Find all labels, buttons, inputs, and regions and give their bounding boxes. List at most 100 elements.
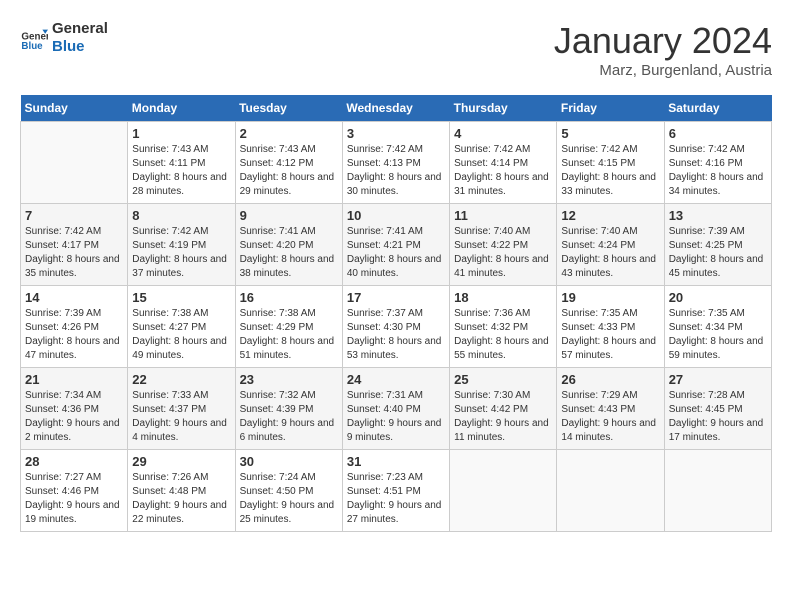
day-number: 6: [669, 126, 767, 141]
day-number: 23: [240, 372, 338, 387]
day-number: 19: [561, 290, 659, 305]
calendar-cell: 15 Sunrise: 7:38 AMSunset: 4:27 PMDaylig…: [128, 286, 235, 368]
day-info: Sunrise: 7:40 AMSunset: 4:22 PMDaylight:…: [454, 225, 552, 281]
calendar-cell: 26 Sunrise: 7:29 AMSunset: 4:43 PMDaylig…: [557, 368, 664, 450]
day-header-friday: Friday: [557, 95, 664, 122]
day-info: Sunrise: 7:29 AMSunset: 4:43 PMDaylight:…: [561, 389, 659, 445]
day-number: 17: [347, 290, 445, 305]
day-info: Sunrise: 7:28 AMSunset: 4:45 PMDaylight:…: [669, 389, 767, 445]
calendar-cell: 9 Sunrise: 7:41 AMSunset: 4:20 PMDayligh…: [235, 204, 342, 286]
calendar-cell: 2 Sunrise: 7:43 AMSunset: 4:12 PMDayligh…: [235, 122, 342, 204]
calendar-cell: 28 Sunrise: 7:27 AMSunset: 4:46 PMDaylig…: [21, 450, 128, 532]
calendar-cell: 27 Sunrise: 7:28 AMSunset: 4:45 PMDaylig…: [664, 368, 771, 450]
day-info: Sunrise: 7:42 AMSunset: 4:17 PMDaylight:…: [25, 225, 123, 281]
day-info: Sunrise: 7:38 AMSunset: 4:29 PMDaylight:…: [240, 307, 338, 363]
day-info: Sunrise: 7:35 AMSunset: 4:34 PMDaylight:…: [669, 307, 767, 363]
day-info: Sunrise: 7:41 AMSunset: 4:20 PMDaylight:…: [240, 225, 338, 281]
day-number: 13: [669, 208, 767, 223]
calendar-cell: 18 Sunrise: 7:36 AMSunset: 4:32 PMDaylig…: [450, 286, 557, 368]
calendar-cell: 8 Sunrise: 7:42 AMSunset: 4:19 PMDayligh…: [128, 204, 235, 286]
day-number: 18: [454, 290, 552, 305]
day-number: 5: [561, 126, 659, 141]
day-number: 27: [669, 372, 767, 387]
day-info: Sunrise: 7:42 AMSunset: 4:15 PMDaylight:…: [561, 143, 659, 199]
calendar-week-row: 14 Sunrise: 7:39 AMSunset: 4:26 PMDaylig…: [21, 286, 772, 368]
day-number: 7: [25, 208, 123, 223]
day-info: Sunrise: 7:33 AMSunset: 4:37 PMDaylight:…: [132, 389, 230, 445]
day-info: Sunrise: 7:36 AMSunset: 4:32 PMDaylight:…: [454, 307, 552, 363]
day-info: Sunrise: 7:27 AMSunset: 4:46 PMDaylight:…: [25, 471, 123, 527]
day-number: 30: [240, 454, 338, 469]
calendar-cell: 11 Sunrise: 7:40 AMSunset: 4:22 PMDaylig…: [450, 204, 557, 286]
day-number: 4: [454, 126, 552, 141]
calendar-cell: 13 Sunrise: 7:39 AMSunset: 4:25 PMDaylig…: [664, 204, 771, 286]
day-number: 26: [561, 372, 659, 387]
calendar-cell: 23 Sunrise: 7:32 AMSunset: 4:39 PMDaylig…: [235, 368, 342, 450]
day-header-thursday: Thursday: [450, 95, 557, 122]
calendar-cell: 19 Sunrise: 7:35 AMSunset: 4:33 PMDaylig…: [557, 286, 664, 368]
day-info: Sunrise: 7:39 AMSunset: 4:25 PMDaylight:…: [669, 225, 767, 281]
day-info: Sunrise: 7:42 AMSunset: 4:13 PMDaylight:…: [347, 143, 445, 199]
day-number: 28: [25, 454, 123, 469]
day-number: 2: [240, 126, 338, 141]
calendar-cell: 7 Sunrise: 7:42 AMSunset: 4:17 PMDayligh…: [21, 204, 128, 286]
day-header-wednesday: Wednesday: [342, 95, 449, 122]
day-info: Sunrise: 7:42 AMSunset: 4:19 PMDaylight:…: [132, 225, 230, 281]
calendar-cell: 29 Sunrise: 7:26 AMSunset: 4:48 PMDaylig…: [128, 450, 235, 532]
day-header-saturday: Saturday: [664, 95, 771, 122]
day-info: Sunrise: 7:40 AMSunset: 4:24 PMDaylight:…: [561, 225, 659, 281]
calendar-cell: [664, 450, 771, 532]
day-info: Sunrise: 7:37 AMSunset: 4:30 PMDaylight:…: [347, 307, 445, 363]
logo-icon: General Blue: [20, 24, 48, 52]
calendar-cell: 22 Sunrise: 7:33 AMSunset: 4:37 PMDaylig…: [128, 368, 235, 450]
calendar-cell: 16 Sunrise: 7:38 AMSunset: 4:29 PMDaylig…: [235, 286, 342, 368]
day-number: 31: [347, 454, 445, 469]
svg-text:Blue: Blue: [21, 41, 43, 52]
calendar-cell: 3 Sunrise: 7:42 AMSunset: 4:13 PMDayligh…: [342, 122, 449, 204]
day-info: Sunrise: 7:35 AMSunset: 4:33 PMDaylight:…: [561, 307, 659, 363]
calendar-cell: 12 Sunrise: 7:40 AMSunset: 4:24 PMDaylig…: [557, 204, 664, 286]
calendar-cell: [557, 450, 664, 532]
day-number: 10: [347, 208, 445, 223]
day-number: 8: [132, 208, 230, 223]
location-subtitle: Marz, Burgenland, Austria: [554, 62, 772, 79]
day-number: 24: [347, 372, 445, 387]
calendar-cell: 25 Sunrise: 7:30 AMSunset: 4:42 PMDaylig…: [450, 368, 557, 450]
day-number: 20: [669, 290, 767, 305]
day-number: 21: [25, 372, 123, 387]
day-number: 14: [25, 290, 123, 305]
day-number: 29: [132, 454, 230, 469]
calendar-week-row: 7 Sunrise: 7:42 AMSunset: 4:17 PMDayligh…: [21, 204, 772, 286]
logo-blue-text: Blue: [52, 38, 108, 56]
day-info: Sunrise: 7:43 AMSunset: 4:11 PMDaylight:…: [132, 143, 230, 199]
day-number: 3: [347, 126, 445, 141]
calendar-cell: [21, 122, 128, 204]
day-info: Sunrise: 7:32 AMSunset: 4:39 PMDaylight:…: [240, 389, 338, 445]
day-number: 15: [132, 290, 230, 305]
day-number: 16: [240, 290, 338, 305]
logo: General Blue General Blue: [20, 20, 108, 56]
calendar-cell: 31 Sunrise: 7:23 AMSunset: 4:51 PMDaylig…: [342, 450, 449, 532]
day-number: 11: [454, 208, 552, 223]
calendar-cell: 14 Sunrise: 7:39 AMSunset: 4:26 PMDaylig…: [21, 286, 128, 368]
title-block: January 2024 Marz, Burgenland, Austria: [554, 20, 772, 79]
calendar-cell: 6 Sunrise: 7:42 AMSunset: 4:16 PMDayligh…: [664, 122, 771, 204]
day-info: Sunrise: 7:23 AMSunset: 4:51 PMDaylight:…: [347, 471, 445, 527]
day-info: Sunrise: 7:42 AMSunset: 4:16 PMDaylight:…: [669, 143, 767, 199]
day-header-tuesday: Tuesday: [235, 95, 342, 122]
month-year-title: January 2024: [554, 20, 772, 62]
calendar-cell: 4 Sunrise: 7:42 AMSunset: 4:14 PMDayligh…: [450, 122, 557, 204]
day-info: Sunrise: 7:42 AMSunset: 4:14 PMDaylight:…: [454, 143, 552, 199]
day-header-monday: Monday: [128, 95, 235, 122]
day-info: Sunrise: 7:43 AMSunset: 4:12 PMDaylight:…: [240, 143, 338, 199]
day-header-sunday: Sunday: [21, 95, 128, 122]
calendar-cell: 20 Sunrise: 7:35 AMSunset: 4:34 PMDaylig…: [664, 286, 771, 368]
page-header: General Blue General Blue January 2024 M…: [20, 20, 772, 79]
calendar-week-row: 28 Sunrise: 7:27 AMSunset: 4:46 PMDaylig…: [21, 450, 772, 532]
day-number: 1: [132, 126, 230, 141]
day-info: Sunrise: 7:30 AMSunset: 4:42 PMDaylight:…: [454, 389, 552, 445]
day-info: Sunrise: 7:39 AMSunset: 4:26 PMDaylight:…: [25, 307, 123, 363]
calendar-cell: 17 Sunrise: 7:37 AMSunset: 4:30 PMDaylig…: [342, 286, 449, 368]
day-number: 22: [132, 372, 230, 387]
day-number: 25: [454, 372, 552, 387]
